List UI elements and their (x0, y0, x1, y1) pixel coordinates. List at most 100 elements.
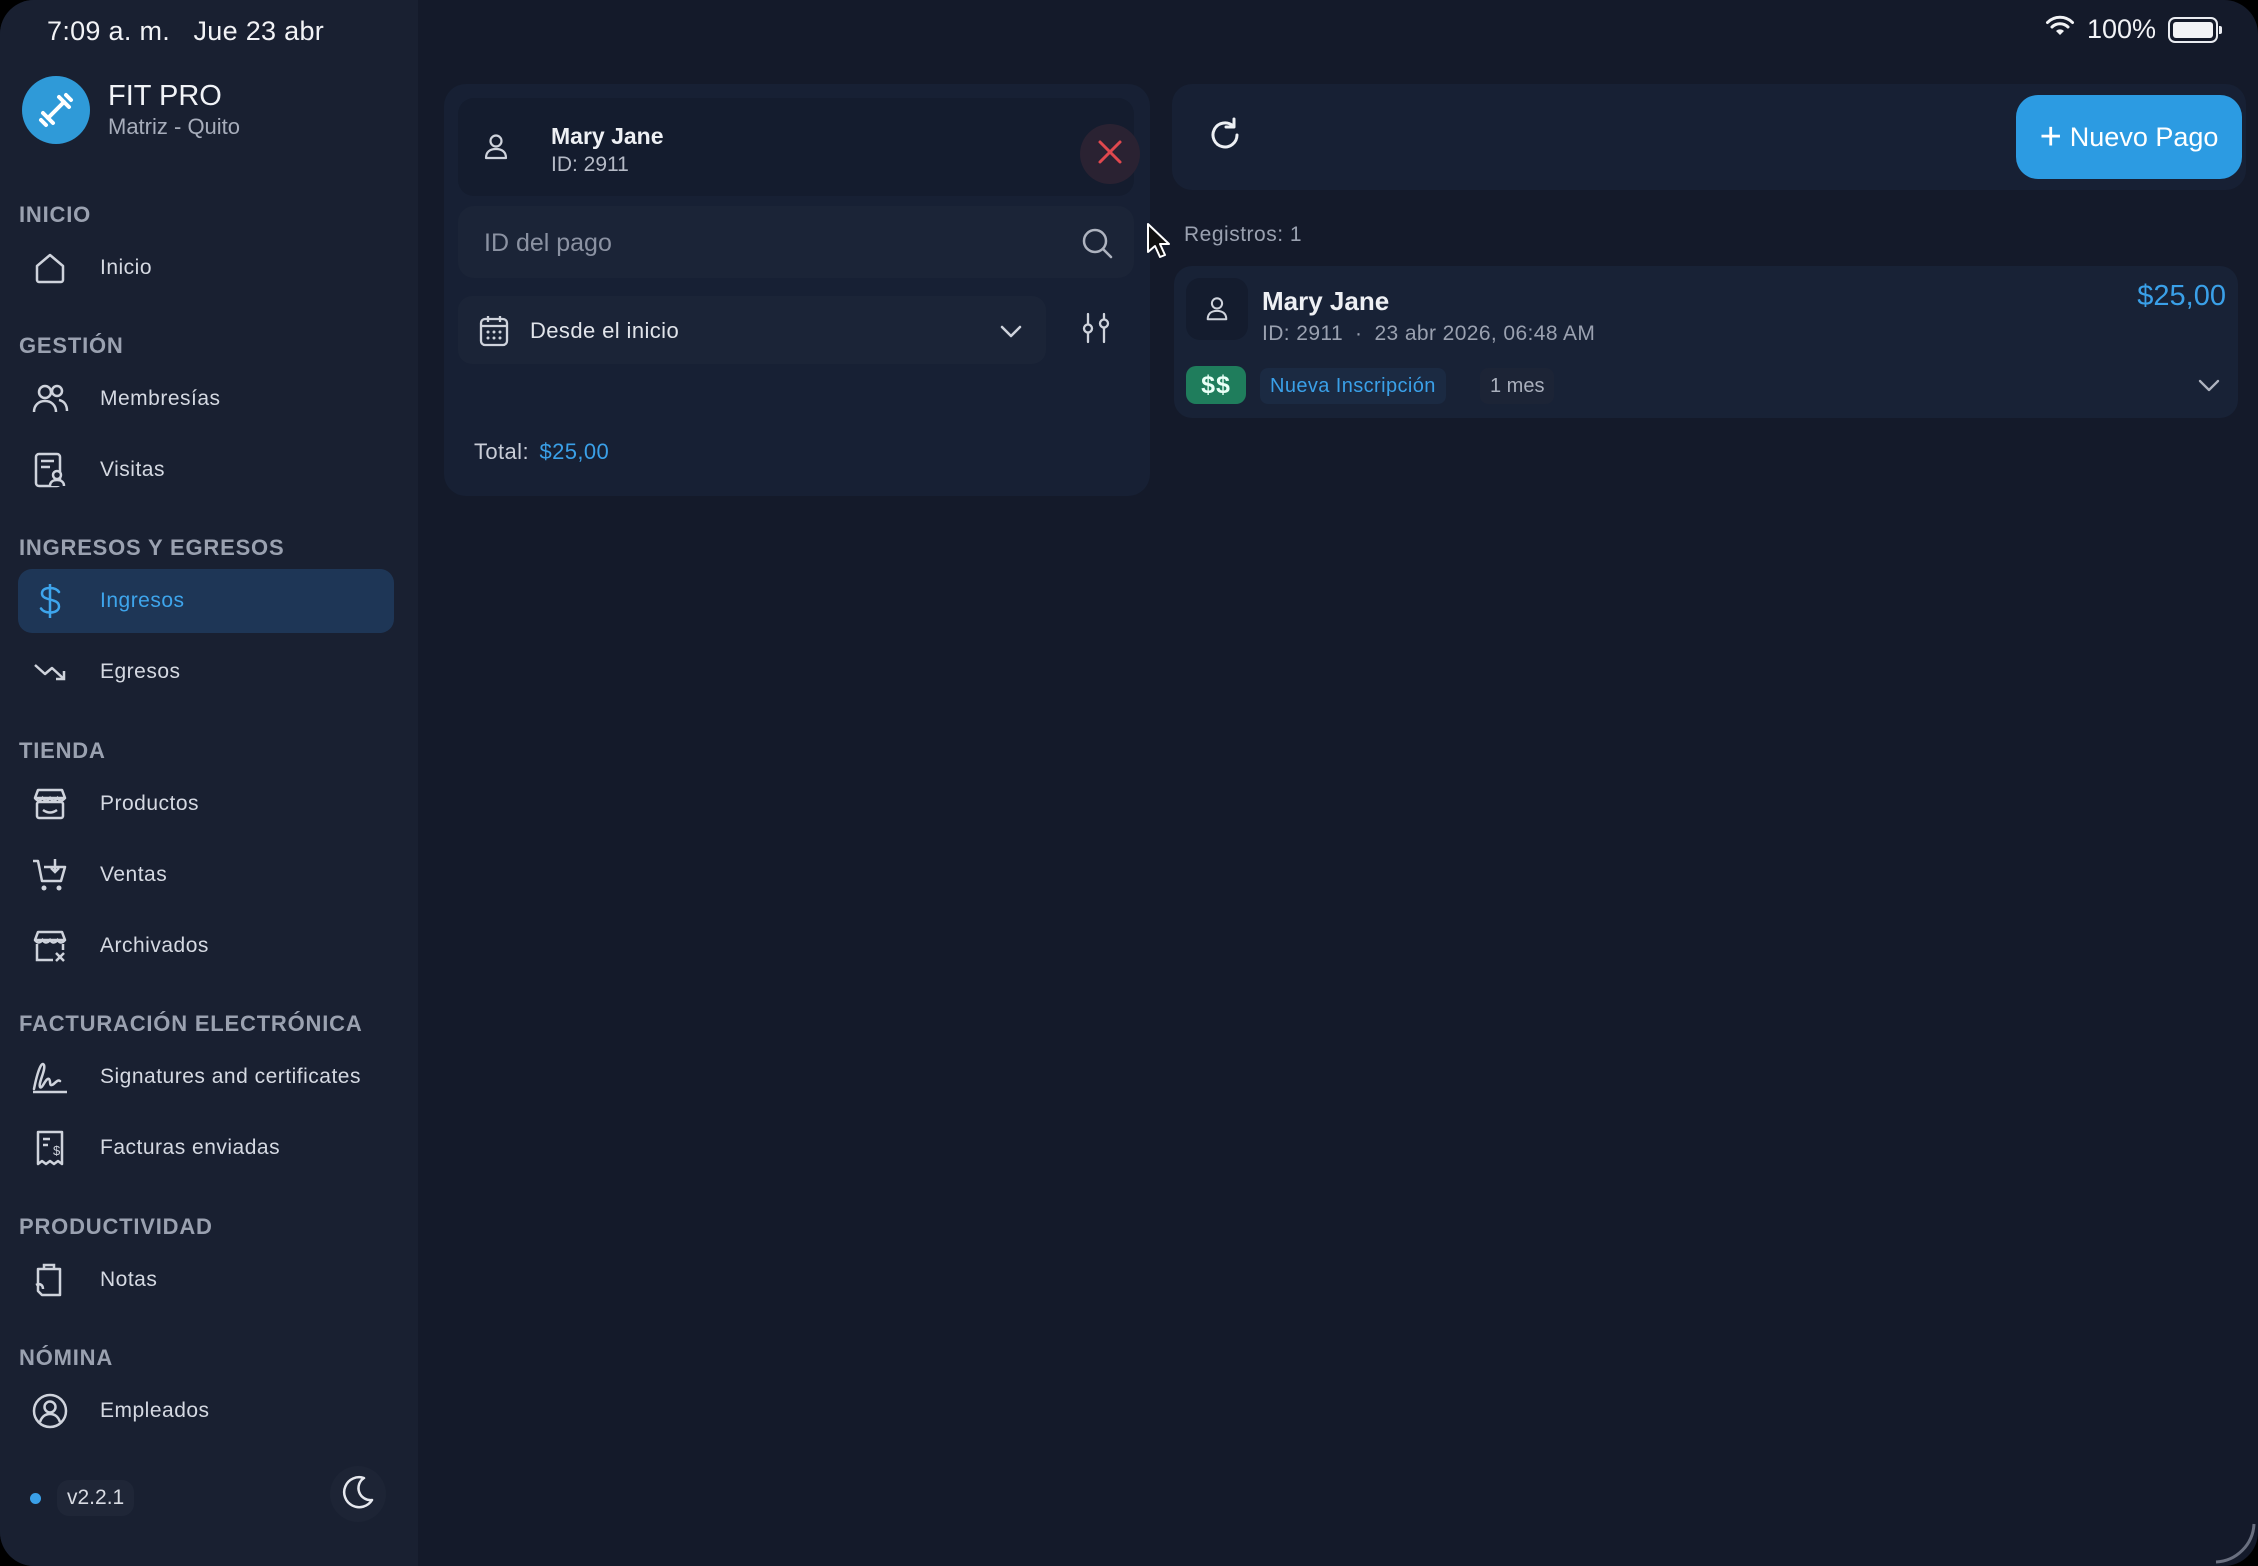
app-window: 7:09 a. m. Jue 23 abr 100% FIT PRO Matri… (0, 0, 2258, 1566)
sidebar-item-facturas[interactable]: $ Facturas enviadas (18, 1116, 394, 1180)
record-meta: ID: 2911 · 23 abr 2026, 06:48 AM (1262, 322, 1596, 345)
date-range-value: Desde el inicio (530, 318, 680, 343)
wifi-icon (2045, 14, 2075, 45)
invoice-icon: $ (30, 1128, 70, 1168)
section-nomina: NÓMINA (19, 1345, 114, 1370)
dumbbell-icon (22, 76, 90, 144)
sidebar-item-ingresos[interactable]: Ingresos (18, 569, 394, 633)
sidebar: FIT PRO Matriz - Quito INICIO Inicio GES… (0, 0, 418, 1566)
sidebar-item-archivados[interactable]: Archivados (18, 914, 394, 978)
section-ingresos-egresos: INGRESOS Y EGRESOS (19, 535, 285, 560)
section-inicio: INICIO (19, 202, 92, 227)
record-amount: $25,00 (2137, 280, 2226, 312)
signature-icon (30, 1057, 70, 1097)
chevron-down-icon (998, 318, 1024, 349)
users-icon (30, 379, 70, 419)
calendar-icon (478, 314, 510, 353)
user-icon (482, 132, 510, 167)
moon-icon (338, 1472, 378, 1517)
sidebar-item-notas[interactable]: Notas (18, 1248, 394, 1312)
sidebar-item-visitas[interactable]: Visitas (18, 438, 394, 502)
expand-chevron-icon[interactable] (2196, 372, 2222, 403)
sidebar-item-label: Empleados (100, 1399, 210, 1422)
filters-panel: Mary Jane ID: 2911 Desde el inicio Total… (444, 84, 1150, 496)
section-gestion: GESTIÓN (19, 333, 124, 358)
time-text: 7:09 a. m. (47, 16, 171, 46)
sidebar-item-label: Visitas (100, 458, 165, 481)
selected-client-card[interactable]: Mary Jane ID: 2911 (458, 98, 1140, 196)
total-summary: Total: $25,00 (474, 439, 609, 465)
date-range-select[interactable]: Desde el inicio (458, 296, 1046, 364)
sidebar-item-productos[interactable]: Productos (18, 772, 394, 836)
status-bar: 7:09 a. m. Jue 23 abr 100% (0, 0, 2258, 62)
sidebar-item-label: Ventas (100, 863, 168, 886)
money-icon: $$ (1186, 366, 1246, 404)
close-icon (1096, 138, 1124, 171)
brand-subtitle: Matriz - Quito (108, 114, 241, 139)
trend-down-icon (30, 652, 70, 692)
record-client-id: ID: 2911 (1262, 322, 1344, 345)
dollar-icon (30, 581, 70, 621)
record-datetime: 23 abr 2026, 06:48 AM (1374, 322, 1596, 345)
total-label: Total: (474, 439, 529, 464)
notes-icon (30, 1260, 70, 1300)
brand-title: FIT PRO (108, 80, 222, 112)
store-icon (30, 784, 70, 824)
plus-icon: + (2039, 116, 2062, 158)
status-time: 7:09 a. m. Jue 23 abr (47, 16, 324, 47)
records-count: Registros: 1 (1184, 223, 1303, 246)
section-facturacion: FACTURACIÓN ELECTRÓNICA (19, 1011, 363, 1036)
sidebar-item-label: Productos (100, 792, 200, 815)
client-name: Mary Jane (551, 123, 664, 149)
sidebar-item-label: Inicio (100, 256, 153, 279)
sidebar-item-label: Signatures and certificates (100, 1065, 361, 1088)
svg-text:$: $ (53, 1143, 61, 1158)
home-icon (30, 248, 70, 288)
mouse-cursor-icon (1146, 222, 1172, 265)
theme-toggle-button[interactable] (330, 1466, 386, 1522)
section-productividad: PRODUCTIVIDAD (19, 1214, 213, 1239)
sidebar-item-empleados[interactable]: Empleados (18, 1379, 394, 1443)
sidebar-item-ventas[interactable]: Ventas (18, 843, 394, 907)
sliders-icon (1080, 311, 1112, 350)
sidebar-item-inicio[interactable]: Inicio (18, 236, 394, 300)
refresh-icon (1206, 116, 1244, 159)
sidebar-item-label: Archivados (100, 934, 209, 957)
advanced-filters-button[interactable] (1058, 296, 1134, 364)
brand: FIT PRO Matriz - Quito (22, 76, 240, 144)
version-label: v2.2.1 (57, 1480, 135, 1516)
visits-icon (30, 450, 70, 490)
new-payment-button[interactable]: + Nuevo Pago (2016, 95, 2242, 179)
resize-corner-icon (2215, 1523, 2256, 1564)
date-text: Jue 23 abr (193, 16, 325, 46)
sidebar-item-egresos[interactable]: Egresos (18, 640, 394, 704)
sidebar-item-label: Membresías (100, 387, 221, 410)
payment-id-search (458, 206, 1134, 278)
sidebar-item-label: Egresos (100, 660, 181, 683)
client-id: ID: 2911 (551, 153, 629, 176)
sidebar-item-label: Facturas enviadas (100, 1136, 281, 1159)
status-right: 100% (2045, 14, 2222, 45)
record-client-name: Mary Jane (1262, 286, 1390, 316)
battery-percent: 100% (2086, 14, 2156, 44)
search-icon[interactable] (1080, 226, 1114, 265)
employee-icon (30, 1391, 70, 1431)
section-tienda: TIENDA (19, 738, 106, 763)
payment-record[interactable]: Mary Jane ID: 2911 · 23 abr 2026, 06:48 AM… (1174, 266, 2238, 418)
sidebar-item-label: Notas (100, 1268, 158, 1291)
cart-icon (30, 855, 70, 895)
refresh-button[interactable] (1172, 84, 1278, 190)
total-amount: $25,00 (539, 439, 610, 464)
clear-client-button[interactable] (1080, 124, 1140, 184)
battery-icon (2168, 16, 2222, 43)
sidebar-item-label: Ingresos (100, 589, 185, 612)
new-payment-label: Nuevo Pago (2069, 121, 2219, 152)
sidebar-item-signatures[interactable]: Signatures and certificates (18, 1045, 394, 1109)
record-period-badge: 1 mes (1480, 368, 1555, 404)
sidebar-item-membresias[interactable]: Membresías (18, 367, 394, 431)
payment-id-input[interactable] (482, 220, 1046, 266)
record-type-badge: Nueva Inscripción (1260, 368, 1446, 404)
main-content: Mary Jane ID: 2911 Desde el inicio Total… (418, 0, 2258, 1566)
version-indicator: v2.2.1 (30, 1480, 135, 1516)
user-icon (1186, 278, 1248, 340)
